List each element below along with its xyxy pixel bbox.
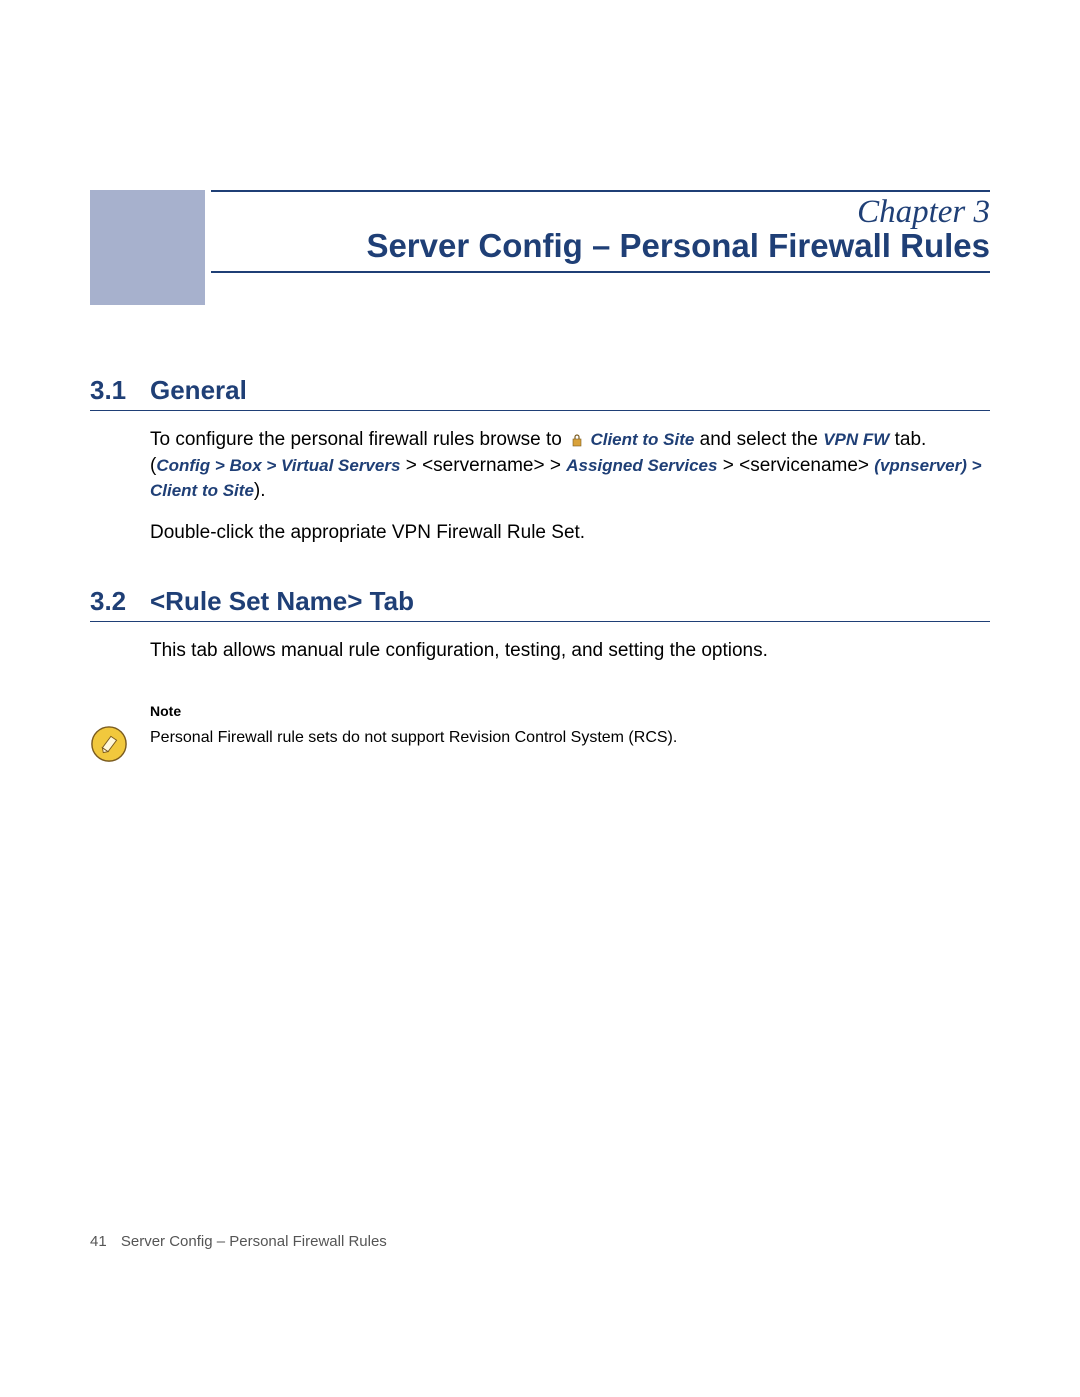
breadcrumb-link: Client to Site <box>150 481 254 500</box>
paragraph: This tab allows manual rule configuratio… <box>150 638 990 664</box>
breadcrumb-link: Box <box>230 456 262 475</box>
section-body: This tab allows manual rule configuratio… <box>90 638 990 664</box>
section-body: To configure the personal firewall rules… <box>90 427 990 546</box>
chapter-rule-bottom <box>211 271 990 273</box>
breadcrumb-link: (vpnserver) <box>874 456 967 475</box>
footer-title: Server Config – Personal Firewall Rules <box>121 1233 387 1250</box>
chapter-rule-top <box>211 190 990 192</box>
breadcrumb-link: Virtual Servers <box>281 456 400 475</box>
breadcrumb-link: Assigned Services <box>566 456 717 475</box>
paragraph: Double-click the appropriate VPN Firewal… <box>150 520 990 546</box>
breadcrumb-plain: > <servername> > <box>400 455 566 476</box>
text: ). <box>254 480 266 501</box>
text: To configure the personal firewall rules… <box>150 429 567 450</box>
lock-icon <box>571 433 583 447</box>
note-icon <box>90 725 128 763</box>
chapter-square-decoration <box>90 190 205 305</box>
section-title: <Rule Set Name> Tab <box>150 586 414 617</box>
breadcrumb-separator: > <box>967 456 982 475</box>
chapter-label: Chapter 3 <box>211 194 990 231</box>
breadcrumb-link: VPN FW <box>823 430 889 449</box>
chapter-title-block: Chapter 3 Server Config – Personal Firew… <box>205 190 990 305</box>
paragraph: To configure the personal firewall rules… <box>150 427 990 504</box>
section-heading: 3.1 General <box>90 375 990 411</box>
breadcrumb-separator: > <box>210 456 229 475</box>
note-content: Note Personal Firewall rule sets do not … <box>150 703 990 768</box>
document-page: Chapter 3 Server Config – Personal Firew… <box>0 0 1080 1280</box>
section-general: 3.1 General To configure the personal fi… <box>90 375 990 546</box>
page-footer: 41 Server Config – Personal Firewall Rul… <box>90 1233 990 1250</box>
note-block: Note Personal Firewall rule sets do not … <box>90 703 990 768</box>
breadcrumb-separator: > <box>262 456 281 475</box>
text: and select the <box>700 429 824 450</box>
section-title: General <box>150 375 247 406</box>
section-rule-set-tab: 3.2 <Rule Set Name> Tab This tab allows … <box>90 586 990 664</box>
section-number: 3.2 <box>90 586 150 617</box>
chapter-title: Server Config – Personal Firewall Rules <box>211 227 990 265</box>
breadcrumb-link: Config <box>156 456 210 475</box>
section-number: 3.1 <box>90 375 150 406</box>
note-text: Personal Firewall rule sets do not suppo… <box>150 729 990 747</box>
note-icon-column <box>90 703 150 768</box>
page-number: 41 <box>90 1233 107 1250</box>
breadcrumb-link: Client to Site <box>590 430 694 449</box>
chapter-header: Chapter 3 Server Config – Personal Firew… <box>90 190 990 305</box>
breadcrumb-plain: > <servicename> <box>717 455 874 476</box>
note-label: Note <box>150 703 990 719</box>
section-heading: 3.2 <Rule Set Name> Tab <box>90 586 990 622</box>
